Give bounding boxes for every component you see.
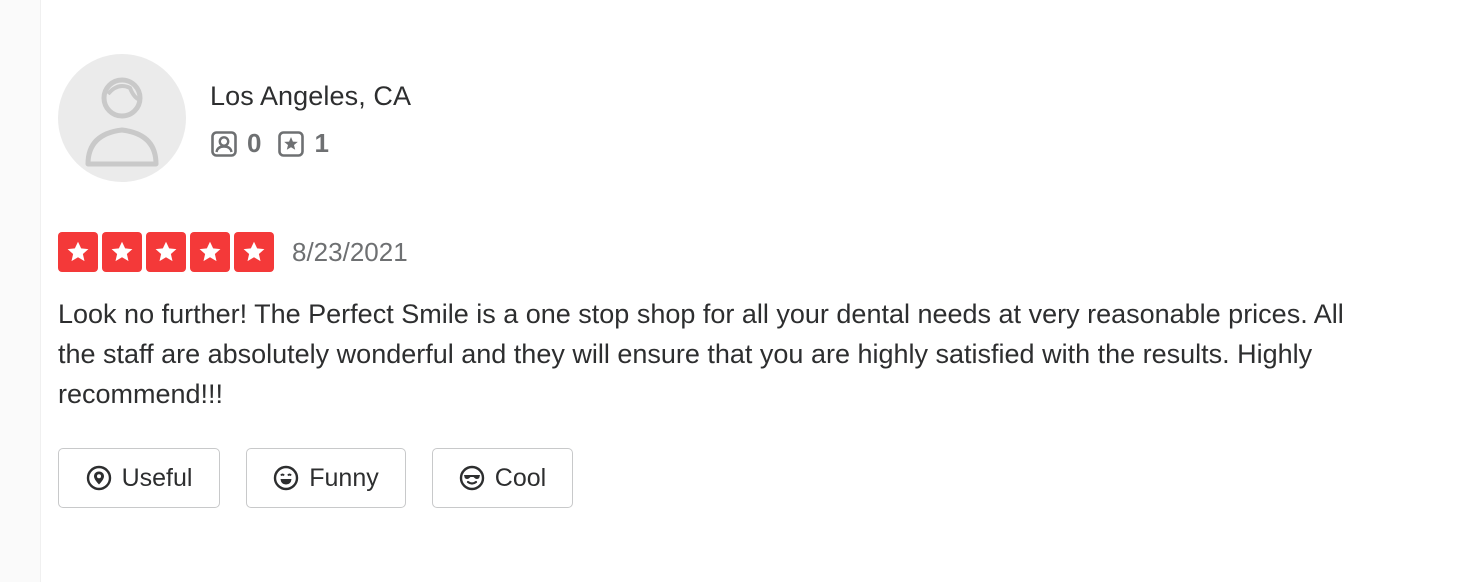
user-stats: 0 1 bbox=[210, 128, 411, 159]
star-icon bbox=[155, 241, 177, 262]
avatar[interactable] bbox=[58, 54, 186, 182]
user-location[interactable]: Los Angeles, CA bbox=[210, 81, 411, 112]
star-rating bbox=[58, 232, 278, 272]
rating-star bbox=[102, 232, 142, 272]
star-icon bbox=[67, 241, 89, 262]
cool-label: Cool bbox=[494, 463, 547, 492]
rating-star bbox=[190, 232, 230, 272]
star-icon bbox=[243, 241, 265, 262]
friends-stat: 0 bbox=[210, 128, 261, 159]
user-info: Los Angeles, CA 0 1 bbox=[210, 77, 411, 159]
rating-star bbox=[146, 232, 186, 272]
review-card: Los Angeles, CA 0 1 8/23/2021 Look no fu… bbox=[58, 54, 1418, 508]
review-date: 8/23/2021 bbox=[292, 236, 408, 267]
cool-button[interactable]: Cool bbox=[432, 448, 573, 508]
left-gutter bbox=[0, 0, 41, 582]
funny-icon bbox=[274, 465, 299, 491]
review-star-icon bbox=[278, 130, 305, 157]
review-text: Look no further! The Perfect Smile is a … bbox=[58, 299, 1344, 409]
funny-label: Funny bbox=[309, 463, 379, 492]
review-page: Los Angeles, CA 0 1 8/23/2021 Look no fu… bbox=[0, 0, 1470, 582]
star-icon bbox=[199, 241, 221, 262]
star-icon bbox=[111, 241, 133, 262]
useful-label: Useful bbox=[121, 463, 193, 492]
reviews-stat: 1 bbox=[277, 128, 329, 159]
useful-icon bbox=[86, 465, 111, 491]
reaction-buttons: Useful Funny Cool bbox=[58, 448, 1418, 508]
user-row: Los Angeles, CA 0 1 bbox=[58, 54, 1418, 182]
rating-star bbox=[58, 232, 98, 272]
reviews-count: 1 bbox=[314, 128, 329, 158]
rating-star bbox=[234, 232, 274, 272]
friends-count: 0 bbox=[247, 128, 262, 158]
cool-icon bbox=[459, 465, 484, 491]
friends-icon bbox=[211, 130, 237, 157]
default-user-icon bbox=[85, 77, 159, 167]
funny-button[interactable]: Funny bbox=[246, 448, 406, 508]
useful-button[interactable]: Useful bbox=[58, 448, 220, 508]
rating-row: 8/23/2021 bbox=[58, 232, 1418, 272]
